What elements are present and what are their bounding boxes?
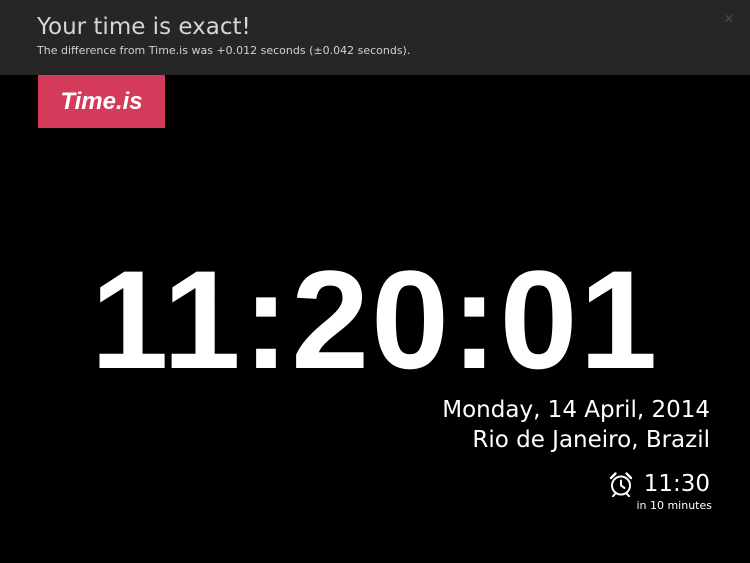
alarm-countdown: in 10 minutes xyxy=(636,499,712,512)
current-date: Monday, 14 April, 2014 xyxy=(442,397,710,423)
notification-banner: Your time is exact! The difference from … xyxy=(0,0,750,75)
alarm-time: 11:30 xyxy=(643,471,710,497)
alarm[interactable]: 11:30 xyxy=(608,468,710,500)
current-time: 11:20:01 xyxy=(90,241,660,398)
current-location[interactable]: Rio de Janeiro, Brazil xyxy=(442,425,710,455)
date-location-block: Monday, 14 April, 2014 Rio de Janeiro, B… xyxy=(442,395,710,455)
banner-title: Your time is exact! xyxy=(37,14,251,40)
close-icon[interactable]: × xyxy=(718,8,740,30)
alarm-clock-icon xyxy=(609,472,632,497)
banner-subtitle: The difference from Time.is was +0.012 s… xyxy=(37,44,411,57)
time-is-logo[interactable]: Time.is xyxy=(38,75,165,128)
